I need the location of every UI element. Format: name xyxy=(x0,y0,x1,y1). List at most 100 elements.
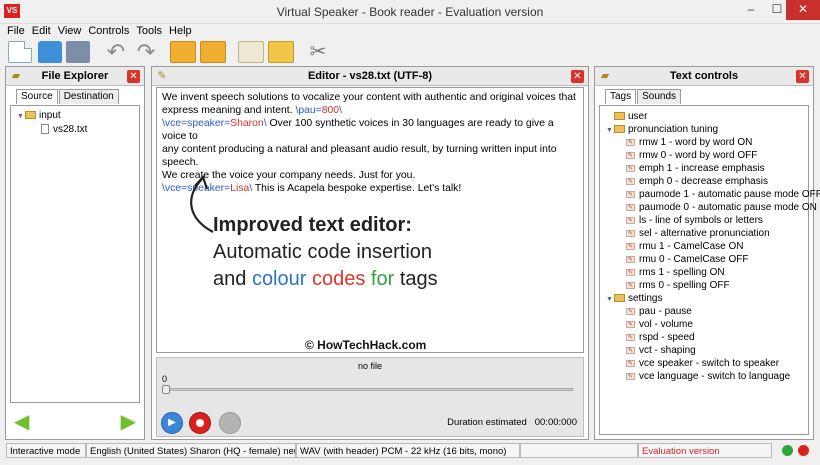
text-editor[interactable]: We invent speech solutions to vocalize y… xyxy=(156,87,584,353)
edit-note-icon[interactable] xyxy=(238,41,264,63)
arrow-right-icon[interactable]: ▶ xyxy=(121,412,136,432)
record-button[interactable] xyxy=(189,412,211,434)
menu-tools[interactable]: Tools xyxy=(136,24,162,38)
tree-item-label: rspd - speed xyxy=(639,332,695,343)
playback-slider[interactable] xyxy=(162,385,573,394)
tag-item[interactable]: ✎ sel - alternative pronunciation xyxy=(626,227,770,240)
tools-icon[interactable]: ✂ xyxy=(306,41,330,63)
tree-folder[interactable]: user xyxy=(606,110,647,123)
tree-item-label: vce speaker - switch to speaker xyxy=(639,358,780,369)
tag-item[interactable]: ✎ emph 0 - decrease emphasis xyxy=(626,175,768,188)
tree-item-label: settings xyxy=(628,293,663,304)
tab-sounds[interactable]: Sounds xyxy=(637,89,682,104)
menu-view[interactable]: View xyxy=(58,24,82,38)
tree-item-input[interactable]: ▼ input xyxy=(17,109,61,122)
status-mode-label: Interactive mode xyxy=(10,446,81,457)
editor-title: Editor - vs28.txt (UTF-8) xyxy=(307,70,433,82)
arrow-left-icon[interactable]: ◀ xyxy=(14,412,29,432)
editor-line: any content producing a natural and plea… xyxy=(162,143,578,169)
close-file-explorer-button[interactable]: ✕ xyxy=(127,70,140,83)
expand-arrow-icon[interactable]: ▼ xyxy=(606,293,614,306)
tree-item-file[interactable]: vs28.txt xyxy=(41,123,87,136)
duration-readout: Duration estimated 00:00:000 xyxy=(447,417,577,428)
annotation-line: Automatic code insertion xyxy=(213,241,433,263)
slider-knob[interactable] xyxy=(162,385,170,394)
annotation-word-green: for xyxy=(370,268,395,290)
undo-icon[interactable]: ↶ xyxy=(104,41,128,63)
text-controls-panel: ▰ Text controls ✕ Tags Sounds user ▼ pronu… xyxy=(594,66,820,440)
tree-item-label: rmw 1 - word by word ON xyxy=(639,137,753,148)
close-editor-button[interactable]: ✕ xyxy=(571,70,584,83)
menu-controls[interactable]: Controls xyxy=(88,24,129,38)
menu-file[interactable]: File xyxy=(7,24,25,38)
text-controls-tabs: Tags Sounds xyxy=(605,89,813,105)
open-folder-icon[interactable] xyxy=(38,41,62,63)
tag-item[interactable]: ✎ ls - line of symbols or letters xyxy=(626,214,763,227)
player-position: 0 xyxy=(162,374,168,384)
tree-item-label: sel - alternative pronunciation xyxy=(639,228,770,239)
tag-item[interactable]: ✎ rspd - speed xyxy=(626,331,695,344)
duration-value: 00:00:000 xyxy=(534,417,577,428)
tree-item-label: rmu 0 - CamelCase OFF xyxy=(639,254,749,265)
tag-item[interactable]: ✎ vct - shaping xyxy=(626,344,696,357)
open-book-icon[interactable] xyxy=(170,41,196,63)
status-voice-label: English (United States) Sharon (HQ - fem… xyxy=(90,446,296,457)
play-button[interactable]: ▶ xyxy=(161,412,183,434)
audio-folder-icon[interactable] xyxy=(268,41,294,63)
editor-lines: We invent speech solutions to vocalize y… xyxy=(162,91,578,195)
expand-arrow-icon[interactable]: ▼ xyxy=(17,110,25,123)
tab-source[interactable]: Source xyxy=(16,89,58,104)
tag-item[interactable]: ✎ rmu 1 - CamelCase ON xyxy=(626,240,743,253)
stop-button[interactable] xyxy=(219,412,241,434)
editor-line: express meaning and intent. \pau=800\ xyxy=(162,104,578,117)
player-file-label: no file xyxy=(357,361,383,371)
status-evaluation: Evaluation version xyxy=(638,443,772,458)
status-format: WAV (with header) PCM - 22 kHz (16 bits,… xyxy=(296,443,520,458)
tag-item[interactable]: ✎ rms 0 - spelling OFF xyxy=(626,279,730,292)
tag-item[interactable]: ✎ emph 1 - increase emphasis xyxy=(626,162,765,175)
menu-help[interactable]: Help xyxy=(169,24,192,38)
status-red-icon xyxy=(798,445,809,456)
tag-item[interactable]: ✎ rms 1 - spelling ON xyxy=(626,266,725,279)
close-text-controls-button[interactable]: ✕ xyxy=(796,70,809,83)
tab-destination[interactable]: Destination xyxy=(58,89,119,104)
nav-arrows: ◀ ▶ xyxy=(6,405,144,439)
tag-item[interactable]: ✎ vce language - switch to language xyxy=(626,370,790,383)
redo-icon[interactable]: ↷ xyxy=(134,41,158,63)
tree-item-label: rms 0 - spelling OFF xyxy=(639,280,730,291)
folder-open-icon[interactable] xyxy=(200,41,226,63)
tab-tags[interactable]: Tags xyxy=(605,89,637,104)
save-icon[interactable] xyxy=(66,41,90,63)
editor-line: \vce=speaker=Sharon\ Over 100 synthetic … xyxy=(162,117,578,143)
tag-item[interactable]: ✎ rmw 0 - word by word OFF xyxy=(626,149,757,162)
tree-folder[interactable]: ▼ settings xyxy=(606,292,662,305)
tag-icon: ✎ xyxy=(626,320,635,328)
tag-item[interactable]: ✎ vol - volume xyxy=(626,318,693,331)
tree-item-label: vce language - switch to language xyxy=(639,371,791,382)
tree-item-label: vct - shaping xyxy=(639,345,696,356)
status-green-icon xyxy=(782,445,793,456)
editor-text: express meaning and intent. xyxy=(162,105,296,116)
tree-folder[interactable]: ▼ pronunciation tuning xyxy=(606,123,718,136)
tag-icon: ✎ xyxy=(626,203,635,211)
tag-item[interactable]: ✎ vce speaker - switch to speaker xyxy=(626,357,779,370)
tag-icon: ✎ xyxy=(626,216,635,224)
tag-item[interactable]: ✎ pau - pause xyxy=(626,305,692,318)
file-explorer-tabs: Source Destination xyxy=(16,89,144,105)
status-mode: Interactive mode xyxy=(6,443,86,458)
tag-item[interactable]: ✎ rmu 0 - CamelCase OFF xyxy=(626,253,748,266)
tag-item[interactable]: ✎ rmw 1 - word by word ON xyxy=(626,136,752,149)
tag-item[interactable]: ✎ paumode 1 - automatic pause mode OFF xyxy=(626,188,820,201)
editor-text: any content producing a natural and plea… xyxy=(162,144,557,168)
menu-edit[interactable]: Edit xyxy=(32,24,51,38)
tree-item-label: emph 0 - decrease emphasis xyxy=(639,176,768,187)
minimize-button[interactable]: – xyxy=(738,0,764,20)
new-document-icon[interactable] xyxy=(8,41,32,63)
close-window-button[interactable]: ✕ xyxy=(786,0,820,20)
folder-icon xyxy=(614,125,625,134)
tag-value: 800 xyxy=(321,105,340,116)
window-title: Virtual Speaker - Book reader - Evaluati… xyxy=(276,5,544,19)
tag-item[interactable]: ✎ paumode 0 - automatic pause mode ON xyxy=(626,201,817,214)
expand-arrow-icon[interactable]: ▼ xyxy=(606,124,614,137)
annotation-word-red: codes xyxy=(311,268,366,290)
